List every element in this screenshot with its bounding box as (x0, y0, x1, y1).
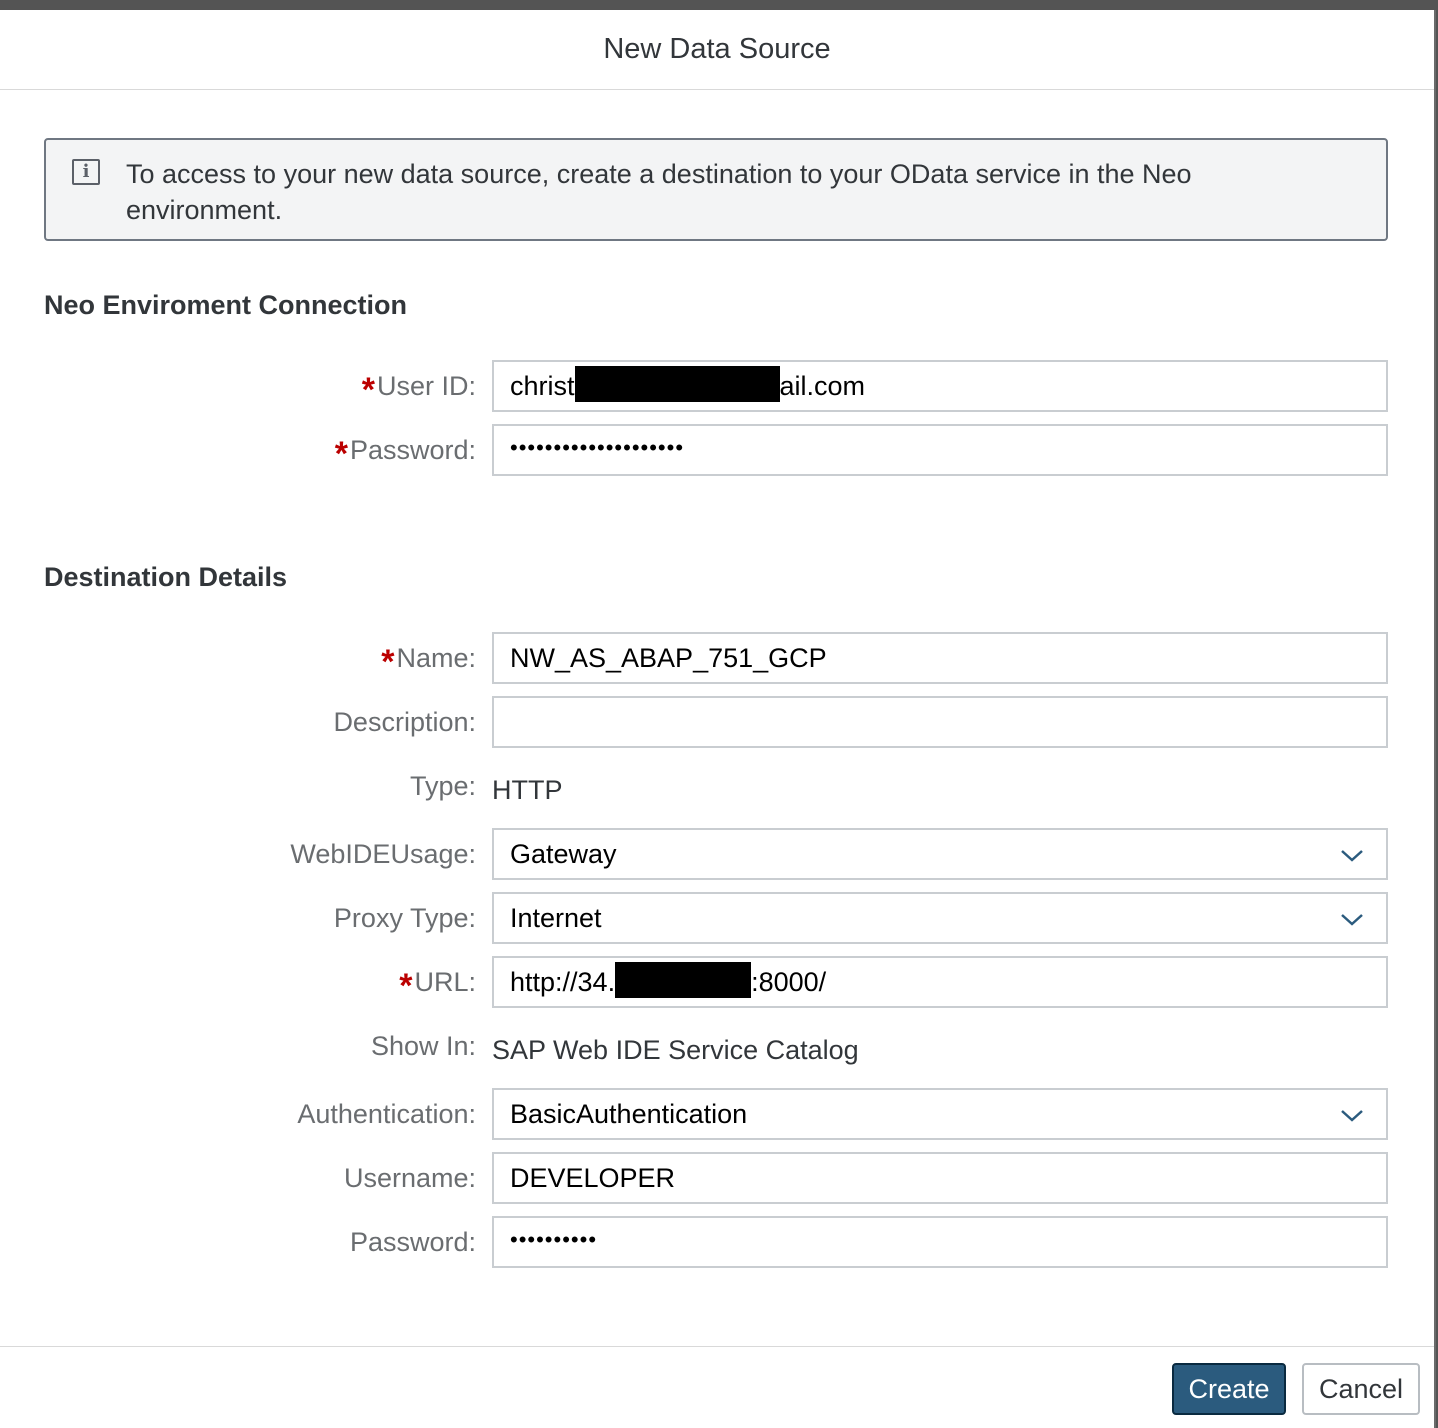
username-label: Username: (343, 1162, 476, 1193)
dialog-header: New Data Source (0, 10, 1434, 90)
proxy-type-row: Proxy Type: Internet (0, 892, 1436, 944)
user-id-label: * User ID: (361, 370, 476, 409)
cancel-button[interactable]: Cancel (1302, 1363, 1420, 1415)
redaction-block (615, 962, 752, 998)
redaction-block (574, 366, 780, 402)
type-label: Type: (409, 770, 476, 801)
show-in-row: Show In: SAP Web IDE Service Catalog (0, 1020, 1436, 1072)
authentication-select[interactable]: BasicAuthentication (492, 1088, 1388, 1140)
username-row: Username: DEVELOPER (0, 1152, 1436, 1204)
url-label: * URL: (399, 966, 476, 1005)
proxy-type-label: Proxy Type: (333, 902, 476, 933)
dialog-footer: Create Cancel (0, 1346, 1434, 1428)
description-label: Description: (333, 706, 476, 737)
show-in-label: Show In: (370, 1030, 476, 1061)
description-input[interactable] (492, 696, 1388, 748)
type-row: Type: HTTP (0, 760, 1436, 812)
destination-password-input[interactable]: •••••••••• (492, 1216, 1388, 1268)
chevron-down-icon[interactable] (1340, 845, 1364, 865)
required-marker: * (361, 370, 375, 409)
name-row: * Name: NW_AS_ABAP_751_GCP (0, 632, 1436, 684)
name-input[interactable]: NW_AS_ABAP_751_GCP (492, 632, 1388, 684)
webide-usage-select[interactable]: Gateway (492, 828, 1388, 880)
neo-password-label: * Password: (334, 434, 476, 473)
neo-password-input[interactable]: •••••••••••••••••••• (492, 424, 1388, 476)
description-row: Description: (0, 696, 1436, 748)
destination-password-row: Password: •••••••••• (0, 1216, 1436, 1268)
show-in-value: SAP Web IDE Service Catalog (492, 1034, 859, 1065)
proxy-type-select[interactable]: Internet (492, 892, 1388, 944)
required-marker: * (399, 966, 413, 1005)
webide-usage-label: WebIDEUsage: (290, 838, 476, 869)
neo-password-row: * Password: •••••••••••••••••••• (0, 424, 1436, 476)
info-message-strip: i To access to your new data source, cre… (44, 138, 1388, 241)
authentication-label: Authentication: (297, 1098, 476, 1129)
info-message-text: To access to your new data source, creat… (126, 159, 1192, 225)
destination-details-section-title: Destination Details (44, 562, 288, 592)
info-icon: i (72, 159, 100, 185)
dialog-title: New Data Source (603, 33, 831, 65)
webide-usage-row: WebIDEUsage: Gateway (0, 828, 1436, 880)
new-data-source-dialog: New Data Source i To access to your new … (0, 10, 1436, 1428)
user-id-row: * User ID: christ ail.com (0, 360, 1436, 412)
url-input[interactable]: http://34.:8000/ (492, 956, 1388, 1008)
required-marker: * (381, 642, 395, 681)
username-input[interactable]: DEVELOPER (492, 1152, 1388, 1204)
chevron-down-icon[interactable] (1340, 909, 1364, 929)
type-value: HTTP (492, 774, 563, 805)
authentication-row: Authentication: BasicAuthentication (0, 1088, 1436, 1140)
url-row: * URL: http://34.:8000/ (0, 956, 1436, 1008)
chevron-down-icon[interactable] (1340, 1105, 1364, 1125)
create-button[interactable]: Create (1172, 1363, 1286, 1415)
name-label: * Name: (381, 642, 476, 681)
destination-password-label: Password: (349, 1226, 476, 1257)
required-marker: * (334, 434, 348, 473)
user-id-input[interactable]: christ ail.com (492, 360, 1388, 412)
neo-connection-section-title: Neo Enviroment Connection (44, 290, 408, 320)
